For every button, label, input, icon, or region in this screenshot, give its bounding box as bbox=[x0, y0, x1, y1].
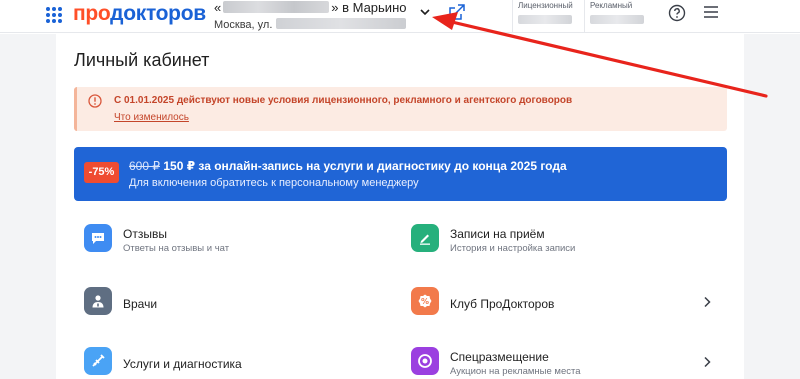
promo-banner[interactable]: -75% 600 ₽ 150 ₽ за онлайн-запись на усл… bbox=[74, 147, 727, 201]
external-link-icon[interactable] bbox=[449, 4, 465, 20]
top-header: продокторов «» в Марьино Москва, ул. Лиц… bbox=[0, 0, 800, 33]
whats-changed-link[interactable]: Что изменилось bbox=[114, 112, 189, 123]
notice-text: С 01.01.2025 действуют новые условия лиц… bbox=[114, 95, 573, 106]
apps-grid-icon[interactable] bbox=[46, 7, 62, 23]
balance-license-label: Лицензионный bbox=[518, 1, 573, 10]
tile-title: Клуб ПроДокторов bbox=[450, 297, 555, 311]
tile-doctors[interactable]: Врачи bbox=[84, 283, 404, 323]
balance-ads[interactable]: Рекламный bbox=[584, 0, 656, 33]
tile-title: Спецразмещение bbox=[450, 350, 549, 364]
info-icon bbox=[88, 94, 102, 108]
balance-ads-label: Рекламный bbox=[590, 1, 633, 10]
tile-services[interactable]: Услуги и диагностика bbox=[84, 343, 404, 379]
percent-icon: % bbox=[411, 287, 439, 315]
promo-text: 150 ₽ за онлайн-запись на услуги и диагн… bbox=[163, 159, 567, 173]
promo-subtext: Для включения обратитесь к персональному… bbox=[129, 177, 419, 189]
page-title: Личный кабинет bbox=[74, 50, 210, 70]
clinic-selector[interactable]: «» в Марьино Москва, ул. bbox=[214, 0, 444, 31]
redacted-balance bbox=[518, 15, 572, 24]
tile-subtitle: История и настройка записи bbox=[450, 243, 576, 254]
redacted-balance bbox=[590, 15, 644, 24]
syringe-icon bbox=[84, 347, 112, 375]
svg-text:%: % bbox=[421, 297, 429, 306]
tile-reviews[interactable]: Отзывы Ответы на отзывы и чат bbox=[84, 220, 404, 260]
promo-headline: 600 ₽ 150 ₽ за онлайн-запись на услуги и… bbox=[129, 159, 567, 173]
tile-club[interactable]: % Клуб ПроДокторов bbox=[411, 283, 731, 323]
chat-icon bbox=[84, 224, 112, 252]
chevron-down-icon[interactable] bbox=[418, 6, 432, 18]
tile-title: Записи на приём bbox=[450, 227, 545, 241]
clinic-name: «» в Марьино bbox=[214, 0, 407, 15]
tile-subtitle: Ответы на отзывы и чат bbox=[123, 243, 230, 254]
target-icon bbox=[411, 347, 439, 375]
balance-panel: Лицензионный Рекламный bbox=[512, 0, 656, 33]
contract-notice: С 01.01.2025 действуют новые условия лиц… bbox=[74, 87, 727, 131]
dashboard-card: Личный кабинет С 01.01.2025 действуют но… bbox=[56, 34, 744, 379]
doctor-icon bbox=[84, 287, 112, 315]
tile-title: Врачи bbox=[123, 297, 158, 311]
main-area: Личный кабинет С 01.01.2025 действуют но… bbox=[0, 34, 800, 379]
tile-special-placement[interactable]: Спецразмещение Аукцион на рекламные мест… bbox=[411, 343, 731, 379]
redacted-clinic-name bbox=[223, 1, 330, 13]
clinic-address: Москва, ул. bbox=[214, 18, 444, 31]
redacted-address bbox=[276, 18, 407, 29]
prodoktorov-logo[interactable]: продокторов bbox=[73, 2, 206, 26]
pen-icon bbox=[411, 224, 439, 252]
old-price: 600 ₽ bbox=[129, 159, 160, 173]
balance-license[interactable]: Лицензионный bbox=[512, 0, 584, 33]
help-icon[interactable] bbox=[668, 4, 686, 22]
tile-title: Отзывы bbox=[123, 227, 167, 241]
hamburger-menu-icon[interactable] bbox=[704, 6, 718, 18]
tile-subtitle: Аукцион на рекламные места bbox=[450, 366, 581, 377]
tile-title: Услуги и диагностика bbox=[123, 357, 242, 371]
chevron-right-icon[interactable] bbox=[703, 296, 711, 308]
tile-appointments[interactable]: Записи на приём История и настройка запи… bbox=[411, 220, 731, 260]
discount-badge: -75% bbox=[84, 162, 119, 183]
chevron-right-icon[interactable] bbox=[703, 356, 711, 368]
